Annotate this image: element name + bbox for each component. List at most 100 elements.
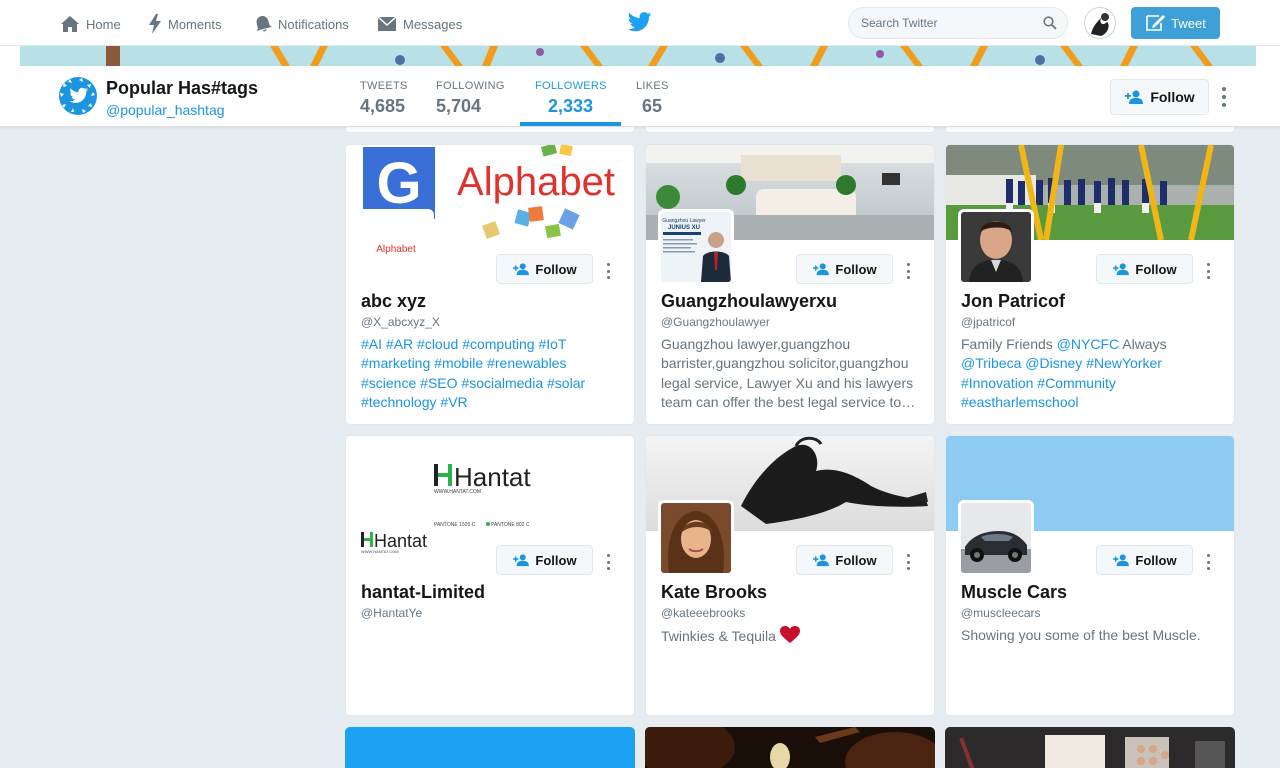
user-card[interactable]: Guangzhou Lawyer JUNIUS XU Follow Guangz…: [645, 144, 935, 425]
stat-likes[interactable]: LIKES 65: [636, 66, 686, 127]
profile-follow-button[interactable]: Follow: [1110, 79, 1209, 115]
nav-messages-label: Messages: [403, 16, 463, 32]
card-avatar[interactable]: Hantat WWW.HANTAT.COM: [358, 528, 434, 558]
card-avatar[interactable]: Alphabet: [358, 209, 434, 285]
card-bio: #AI #AR #cloud #computing #IoT #marketin…: [361, 335, 623, 412]
card-handle[interactable]: @Guangzhoulawyer: [661, 315, 770, 329]
hashtag-link[interactable]: #eastharlemschool: [961, 394, 1079, 410]
more-options-icon[interactable]: [1205, 263, 1211, 279]
user-card[interactable]: G Alphabet Alphabet Follow abc xyz @X_ab…: [345, 144, 635, 425]
nav-moments-label: Moments: [168, 16, 222, 32]
follow-button[interactable]: Follow: [796, 254, 893, 284]
card-banner: Hantat WWW.HANTAT.COM PANTONE 1505 C PAN…: [346, 436, 634, 531]
card-name[interactable]: Kate Brooks: [661, 582, 767, 603]
more-options-icon[interactable]: [905, 554, 911, 570]
hashtag-link[interactable]: #AR: [386, 336, 413, 352]
search-icon[interactable]: [1043, 16, 1057, 30]
card-name[interactable]: Guangzhoulawyerxu: [661, 291, 837, 312]
top-navigation: Home Moments Notifications Messages Twee…: [0, 0, 1280, 46]
account-avatar-image: [1091, 13, 1109, 36]
profile-handle[interactable]: @popular_hashtag: [106, 102, 225, 118]
hashtag-link[interactable]: #socialmedia: [461, 375, 543, 391]
follow-button[interactable]: Follow: [1096, 254, 1193, 284]
bio-text: Always: [1119, 336, 1167, 352]
card-avatar[interactable]: [958, 500, 1034, 576]
hashtag-link[interactable]: #renewables: [487, 355, 566, 371]
card-name[interactable]: Jon Patricof: [961, 291, 1065, 312]
follow-button[interactable]: Follow: [796, 545, 893, 575]
hashtag-link[interactable]: #science: [361, 375, 416, 391]
follow-label: Follow: [535, 261, 577, 277]
card-avatar[interactable]: [958, 209, 1034, 285]
twitter-bird-logo[interactable]: [627, 12, 652, 37]
card-handle[interactable]: @kateeebrooks: [661, 606, 745, 620]
profile-avatar[interactable]: [58, 76, 98, 116]
hashtag-link[interactable]: #technology: [361, 394, 437, 410]
add-user-icon: [1113, 554, 1130, 567]
hashtag-link[interactable]: #Community: [1037, 375, 1116, 391]
user-card[interactable]: Follow Kate Brooks @kateeebrooks Twinkie…: [645, 435, 935, 716]
user-card[interactable]: Follow Jon Patricof @jpatricof Family Fr…: [945, 144, 1235, 425]
hashtag-link[interactable]: #solar: [547, 375, 585, 391]
more-options-icon[interactable]: [905, 263, 911, 279]
card-name[interactable]: Muscle Cars: [961, 582, 1067, 603]
stat-tweets-value: 4,685: [360, 96, 406, 116]
hashtag-link[interactable]: #computing: [462, 336, 534, 352]
nav-notifications[interactable]: Notifications: [254, 12, 349, 36]
card-avatar[interactable]: Guangzhou Lawyer JUNIUS XU: [658, 209, 734, 285]
follow-button[interactable]: Follow: [496, 545, 593, 575]
hashtag-link[interactable]: #AI: [361, 336, 382, 352]
user-card-partial[interactable]: [945, 727, 1235, 768]
card-avatar[interactable]: [658, 500, 734, 576]
stat-followers[interactable]: FOLLOWERS 2,333: [535, 66, 615, 127]
mention-link[interactable]: @NYCFC: [1057, 336, 1119, 352]
add-user-icon: [813, 554, 830, 567]
more-options-icon[interactable]: [1205, 554, 1211, 570]
heart-emoji-icon: [779, 626, 800, 643]
previous-card-fragment: [345, 127, 635, 133]
home-icon: [61, 16, 79, 32]
hashtag-link[interactable]: #Innovation: [961, 375, 1033, 391]
stat-followers-value: 2,333: [548, 96, 594, 116]
hashtag-link[interactable]: #IoT: [538, 336, 566, 352]
stat-likes-label: LIKES: [636, 80, 669, 92]
more-options-icon[interactable]: [605, 554, 611, 570]
search-input[interactable]: [849, 8, 1029, 38]
card-handle[interactable]: @X_abcxyz_X: [361, 315, 440, 329]
follow-button[interactable]: Follow: [496, 254, 593, 284]
card-name[interactable]: hantat-Limited: [361, 582, 485, 603]
follow-button[interactable]: Follow: [1096, 545, 1193, 575]
profile-name[interactable]: Popular Has#tags: [106, 78, 258, 99]
follow-label: Follow: [835, 261, 877, 277]
stat-following[interactable]: FOLLOWING 5,704: [436, 66, 516, 127]
card-name[interactable]: abc xyz: [361, 291, 426, 312]
mention-link[interactable]: @Disney: [1025, 355, 1082, 371]
tweet-button[interactable]: Tweet: [1131, 7, 1220, 39]
mention-link[interactable]: @Tribeca: [961, 355, 1021, 371]
hashtag-link[interactable]: #VR: [440, 394, 467, 410]
account-avatar[interactable]: [1084, 7, 1116, 39]
nav-moments[interactable]: Moments: [148, 12, 221, 36]
hashtag-link[interactable]: #SEO: [420, 375, 457, 391]
more-options-icon[interactable]: [605, 263, 611, 279]
card-handle[interactable]: @jpatricof: [961, 315, 1015, 329]
add-user-icon: [1113, 263, 1130, 276]
card-handle[interactable]: @HantatYe: [361, 606, 422, 620]
hashtag-link[interactable]: #NewYorker: [1086, 355, 1162, 371]
follow-label: Follow: [835, 552, 877, 568]
nav-messages[interactable]: Messages: [377, 12, 462, 36]
hashtag-link[interactable]: #cloud: [417, 336, 458, 352]
active-tab-underline: [520, 122, 621, 126]
card-handle[interactable]: @muscleecars: [961, 606, 1041, 620]
banner-alphabet-text: Alphabet: [457, 160, 615, 204]
stat-tweets[interactable]: TWEETS 4,685: [360, 66, 430, 127]
user-card[interactable]: Follow Muscle Cars @muscleecars Showing …: [945, 435, 1235, 716]
hashtag-link[interactable]: #mobile: [434, 355, 483, 371]
nav-home[interactable]: Home: [60, 12, 121, 36]
hashtag-link[interactable]: #marketing: [361, 355, 430, 371]
profile-more-icon[interactable]: [1217, 86, 1231, 108]
svg-text:G: G: [376, 151, 421, 216]
user-card-partial[interactable]: [345, 727, 635, 768]
user-card[interactable]: Hantat WWW.HANTAT.COM PANTONE 1505 C PAN…: [345, 435, 635, 716]
user-card-partial[interactable]: [645, 727, 935, 768]
